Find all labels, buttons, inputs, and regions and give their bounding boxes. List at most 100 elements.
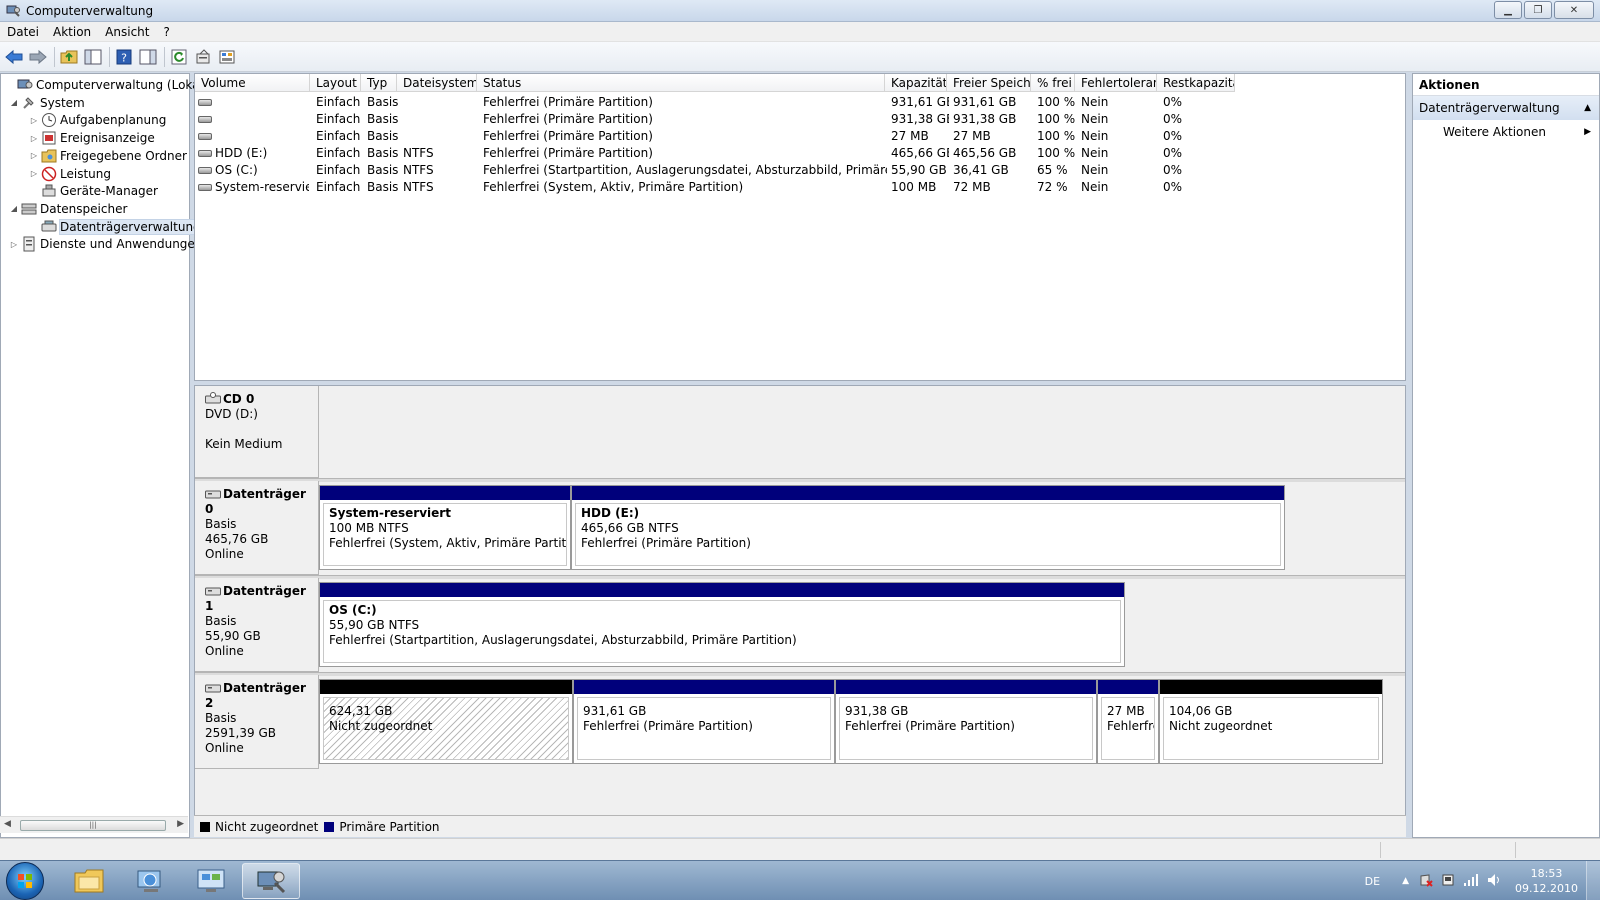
disk-drive-icon <box>205 684 221 693</box>
partition[interactable]: OS (C:) 55,90 GB NTFS Fehlerfrei (Startpar… <box>319 582 1125 667</box>
actions-section-disk-management[interactable]: Datenträgerverwaltung ▲ <box>1413 96 1599 120</box>
tree-item-computerverwaltung-lokal-[interactable]: Computerverwaltung (Lokal) <box>5 76 208 94</box>
expand-icon[interactable]: ▷ <box>29 116 39 125</box>
menu-help[interactable]: ? <box>156 22 176 42</box>
minimize-button[interactable]: ▁ <box>1494 1 1522 19</box>
partition-header-bar <box>574 680 834 694</box>
taskbar-control-panel[interactable] <box>182 863 240 899</box>
forward-button[interactable] <box>27 46 49 68</box>
show-hidden-icons-icon[interactable]: ▲ <box>1402 876 1409 886</box>
tree-item-datenspeicher[interactable]: ◢ Datenspeicher <box>9 200 127 218</box>
scroll-thumb[interactable]: ||| <box>20 820 166 831</box>
cell-6: 27 MB <box>953 129 991 143</box>
taskbar-explorer[interactable] <box>60 863 118 899</box>
cell-2: Basis <box>367 129 399 143</box>
volume-cell: Fehlerfrei (Startpartition, Auslagerungs… <box>483 162 887 179</box>
up-folder-button[interactable] <box>58 46 80 68</box>
expand-icon[interactable]: ▷ <box>29 151 39 160</box>
volume-cell: Nein <box>1081 145 1159 162</box>
disk-label-2[interactable]: Datenträger 1 Basis 55,90 GB Online <box>195 578 319 672</box>
cell-4: Fehlerfrei (Startpartition, Auslagerungs… <box>483 163 887 177</box>
volume-cell: Basis <box>367 128 399 145</box>
column-header-volume[interactable]: Volume <box>195 74 310 92</box>
expand-icon[interactable]: ▷ <box>29 169 39 178</box>
column-header-frei[interactable]: % frei <box>1031 74 1075 92</box>
tree-item-geräte-manager[interactable]: Geräte-Manager <box>29 182 158 200</box>
partition[interactable]: 931,38 GB Fehlerfrei (Primäre Partition) <box>835 679 1097 764</box>
properties-button[interactable] <box>192 46 214 68</box>
partition[interactable]: HDD (E:) 465,66 GB NTFS Fehlerfrei (Primär… <box>571 485 1285 570</box>
menu-datei[interactable]: Datei <box>0 22 46 42</box>
menu-ansicht[interactable]: Ansicht <box>98 22 156 42</box>
taskbar-computer-management[interactable] <box>242 863 300 899</box>
maximize-button[interactable]: ❐ <box>1524 1 1552 19</box>
window-title: Computerverwaltung <box>26 3 154 18</box>
title-bar[interactable]: Computerverwaltung ▁ ❐ ✕ <box>0 0 1600 22</box>
volume-row[interactable]: OS (C:) Einfach Basis NTFS Fehlerfrei (Start… <box>195 162 1405 179</box>
menu-aktion[interactable]: Aktion <box>46 22 98 42</box>
expand-icon[interactable]: ▷ <box>9 240 19 249</box>
scroll-right-icon[interactable]: ▶ <box>177 819 184 829</box>
tree-horizontal-scrollbar[interactable]: ◀ ||| ▶ <box>0 816 188 833</box>
taskbar-network[interactable] <box>121 863 179 899</box>
partition[interactable]: 931,61 GB Fehlerfrei (Primäre Partition) <box>573 679 835 764</box>
disk-label-0[interactable]: CD 0 DVD (D:) Kein Medium <box>195 386 319 478</box>
column-header-dateisystem[interactable]: Dateisystem <box>397 74 477 92</box>
unallocated-region[interactable]: 104,06 GB Nicht zugeordnet <box>1159 679 1383 764</box>
column-header-kapazität[interactable]: Kapazität <box>885 74 947 92</box>
disk-label-1[interactable]: Datenträger 0 Basis 465,76 GB Online <box>195 481 319 575</box>
column-header-fehlertoleranz[interactable]: Fehlertoleranz <box>1075 74 1157 92</box>
tree-item-datenträgerverwaltung[interactable]: Datenträgerverwaltung <box>29 218 202 236</box>
column-header-status[interactable]: Status <box>477 74 885 92</box>
volume-cell: Nein <box>1081 94 1159 111</box>
refresh-button[interactable] <box>168 46 190 68</box>
tree-item-ereignisanzeige[interactable]: ▷ Ereignisanzeige <box>29 129 155 147</box>
volume-cell: Einfach <box>316 128 363 145</box>
column-header-layout[interactable]: Layout <box>310 74 361 92</box>
column-header-restkapazität[interactable]: Restkapazität <box>1157 74 1235 92</box>
volume-row[interactable]: HDD (E:) Einfach Basis NTFS Fehlerfrei (Prim… <box>195 145 1405 162</box>
show-tree-button[interactable] <box>82 46 104 68</box>
partition-size: 931,38 GB <box>845 704 909 718</box>
volume-row[interactable]: Einfach Basis Fehlerfrei (Primäre Partitio… <box>195 94 1405 111</box>
volume-row[interactable]: Einfach Basis Fehlerfrei (Primäre Partitio… <box>195 128 1405 145</box>
volume-cell: Fehlerfrei (Primäre Partition) <box>483 145 887 162</box>
column-header-typ[interactable]: Typ <box>361 74 397 92</box>
cell-3: NTFS <box>403 180 434 194</box>
volume-row[interactable]: System-reserviert Einfach Basis NTFS Fehlerf… <box>195 179 1405 196</box>
tree-item-leistung[interactable]: ▷ Leistung <box>29 165 111 183</box>
volume-cell: Fehlerfrei (Primäre Partition) <box>483 111 887 128</box>
partition[interactable]: 27 MBFehlerfrei <box>1097 679 1159 764</box>
language-indicator[interactable]: DE <box>1365 875 1380 888</box>
volume-icon[interactable] <box>1487 873 1503 890</box>
back-button[interactable] <box>3 46 25 68</box>
volume-row[interactable]: Einfach Basis Fehlerfrei (Primäre Partitio… <box>195 111 1405 128</box>
help-button[interactable]: ? <box>113 46 135 68</box>
collapse-up-icon[interactable]: ▲ <box>1584 96 1591 120</box>
device-tray-icon[interactable] <box>1441 873 1455 890</box>
start-button[interactable] <box>6 862 44 900</box>
disk-label-3[interactable]: Datenträger 2 Basis 2591,39 GB Online <box>195 675 319 769</box>
unallocated-region[interactable]: 624,31 GB Nicht zugeordnet <box>319 679 573 764</box>
close-button[interactable]: ✕ <box>1554 1 1594 19</box>
action-pane-button[interactable] <box>137 46 159 68</box>
partition[interactable]: System-reserviert 100 MB NTFS Fehlerfrei (… <box>319 485 571 570</box>
more-actions-item[interactable]: Weitere Aktionen ▶ <box>1413 120 1599 144</box>
network-signal-icon[interactable] <box>1463 873 1479 890</box>
volume-cell <box>198 111 309 128</box>
expand-icon[interactable]: ▷ <box>29 134 39 143</box>
tree-item-freigegebene-ordner[interactable]: ▷ Freigegebene Ordner <box>29 147 187 165</box>
volume-cell: OS (C:) <box>198 162 309 179</box>
action-center-icon[interactable] <box>1419 873 1433 890</box>
collapse-icon[interactable]: ◢ <box>9 204 19 213</box>
tree-item-aufgabenplanung[interactable]: ▷ Aufgabenplanung <box>29 111 166 129</box>
scroll-left-icon[interactable]: ◀ <box>4 819 11 829</box>
column-header-freier-speicher[interactable]: Freier Speicher <box>947 74 1031 92</box>
tree-item-system[interactable]: ◢ System <box>9 94 85 112</box>
disk-settings-button[interactable] <box>216 46 238 68</box>
show-desktop-button[interactable] <box>1586 861 1600 900</box>
cell-5: 931,61 GB <box>891 95 949 109</box>
collapse-icon[interactable]: ◢ <box>9 98 19 107</box>
tree-item-dienste-und-anwendungen[interactable]: ▷ Dienste und Anwendungen <box>9 235 202 253</box>
clock[interactable]: 18:53 09.12.2010 <box>1507 866 1586 896</box>
